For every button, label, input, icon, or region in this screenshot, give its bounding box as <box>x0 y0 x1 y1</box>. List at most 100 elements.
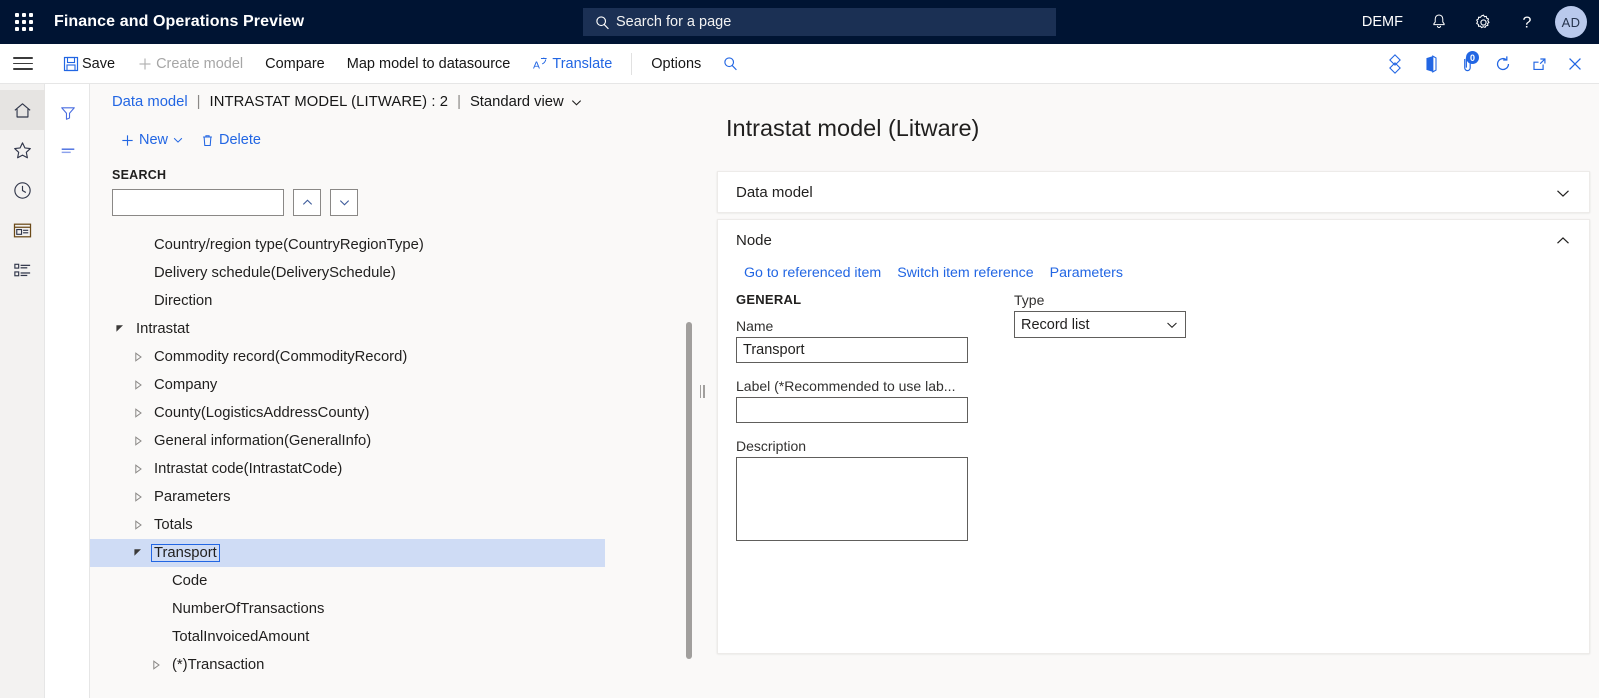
sidebar-item-workspaces[interactable] <box>0 210 45 250</box>
sidebar-item-recent[interactable] <box>0 170 45 210</box>
tree-item-label: County(LogisticsAddressCounty) <box>154 405 370 421</box>
tree-item-label: TotalInvoicedAmount <box>172 629 310 645</box>
avatar[interactable]: AD <box>1555 6 1587 38</box>
fasttab-data-model-header[interactable]: Data model <box>718 172 1589 213</box>
chevron-down-icon <box>338 196 351 209</box>
tree-collapsed-icon[interactable] <box>130 352 146 362</box>
breadcrumb-root-link[interactable]: Data model <box>112 94 188 110</box>
tree-item[interactable]: Intrastat code(IntrastatCode) <box>90 455 605 483</box>
find-next-button[interactable] <box>330 189 358 216</box>
tree-item[interactable]: (*)Transaction <box>90 651 605 679</box>
tree-item[interactable]: Delivery schedule(DeliverySchedule) <box>90 259 605 287</box>
save-button[interactable]: Save <box>52 49 126 79</box>
navigation-pane-toggle[interactable] <box>0 44 46 84</box>
filter-button[interactable] <box>46 94 90 132</box>
tree-collapsed-icon[interactable] <box>130 464 146 474</box>
label-input[interactable] <box>736 397 968 423</box>
show-list-button[interactable] <box>46 132 90 170</box>
tree-item[interactable]: Country/region type(CountryRegionType) <box>90 231 605 259</box>
go-to-referenced-item-link[interactable]: Go to referenced item <box>736 262 889 284</box>
general-section-label: GENERAL <box>736 292 802 307</box>
breadcrumb-current: INTRASTAT MODEL (LITWARE) : 2 <box>209 94 449 110</box>
tree-item[interactable]: Totals <box>90 511 605 539</box>
tree-item[interactable]: NumberOfTransactions <box>90 595 605 623</box>
label-field-group: Label (*Recommended to use lab... <box>736 378 968 423</box>
help-button[interactable]: ? <box>1505 0 1549 44</box>
fasttab-node-header[interactable]: Node <box>718 220 1589 261</box>
tree-expanded-icon[interactable] <box>130 548 146 558</box>
clock-icon <box>12 180 33 201</box>
tree-item[interactable]: Intrastat <box>90 315 605 343</box>
description-textarea[interactable] <box>736 457 968 541</box>
compare-button[interactable]: Compare <box>254 49 336 79</box>
tree-item-label: Intrastat <box>136 321 190 337</box>
view-selector-label: Standard view <box>469 94 564 110</box>
tree-item-label: (*)Transaction <box>172 657 265 673</box>
search-input[interactable] <box>112 189 284 216</box>
app-title: Finance and Operations Preview <box>54 13 305 30</box>
top-navigation-bar: Finance and Operations Preview Search fo… <box>0 0 1599 44</box>
office-icon[interactable] <box>1413 46 1449 82</box>
tree-scrollbar-track[interactable] <box>686 231 692 698</box>
tree-collapsed-icon[interactable] <box>130 520 146 530</box>
filter-icon <box>59 104 77 122</box>
modules-list-icon <box>12 260 33 281</box>
tree-collapsed-icon[interactable] <box>130 380 146 390</box>
tree-item[interactable]: Transport <box>90 539 605 567</box>
new-button[interactable]: New <box>112 128 192 152</box>
tree-item[interactable]: Company <box>90 371 605 399</box>
close-icon[interactable] <box>1557 46 1593 82</box>
delete-button[interactable]: Delete <box>192 128 269 152</box>
tree-item[interactable]: Parameters <box>90 483 605 511</box>
tree-collapsed-icon[interactable] <box>130 408 146 418</box>
share-icon[interactable] <box>1377 46 1413 82</box>
plus-icon <box>137 56 153 72</box>
tree-collapsed-icon[interactable] <box>148 660 164 670</box>
sidebar-item-modules[interactable] <box>0 250 45 290</box>
tree-scrollbar-thumb[interactable] <box>686 322 692 659</box>
tree-item[interactable]: Code <box>90 567 605 595</box>
parameters-link[interactable]: Parameters <box>1042 262 1131 284</box>
tree-item-label: Delivery schedule(DeliverySchedule) <box>154 265 396 281</box>
pane-splitter[interactable] <box>696 84 708 698</box>
action-search-button[interactable] <box>712 49 749 79</box>
popout-icon[interactable] <box>1521 46 1557 82</box>
tree-item[interactable]: Direction <box>90 287 605 315</box>
switch-item-reference-link[interactable]: Switch item reference <box>889 262 1041 284</box>
attachments-icon[interactable]: 0 <box>1449 46 1485 82</box>
tree-item-label: Transport <box>151 544 220 562</box>
command-separator <box>631 52 633 75</box>
tree-item-label: Totals <box>154 517 193 533</box>
settings-button[interactable] <box>1461 0 1505 44</box>
sidebar-item-home[interactable] <box>0 90 45 130</box>
tree-item-label: Parameters <box>154 489 231 505</box>
refresh-icon[interactable] <box>1485 46 1521 82</box>
tree-item-label: Country/region type(CountryRegionType) <box>154 237 424 253</box>
view-selector[interactable]: Standard view <box>470 94 583 110</box>
tree-item[interactable]: Commodity record(CommodityRecord) <box>90 343 605 371</box>
save-icon <box>63 56 79 72</box>
tree-item[interactable]: TotalInvoicedAmount <box>90 623 605 651</box>
create-model-button[interactable]: Create model <box>126 49 254 79</box>
tree-expanded-icon[interactable] <box>112 324 128 334</box>
options-button[interactable]: Options <box>640 49 712 79</box>
tree-item[interactable]: County(LogisticsAddressCounty) <box>90 399 605 427</box>
name-input[interactable] <box>736 337 968 363</box>
map-model-to-datasource-button[interactable]: Map model to datasource <box>336 49 522 79</box>
chevron-down-icon <box>570 96 583 109</box>
tree-collapsed-icon[interactable] <box>130 436 146 446</box>
find-previous-button[interactable] <box>293 189 321 216</box>
company-selector[interactable]: DEMF <box>1348 14 1417 30</box>
page-title: Intrastat model (Litware) <box>726 115 980 141</box>
tree-collapsed-icon[interactable] <box>130 492 146 502</box>
sidebar-item-favorites[interactable] <box>0 130 45 170</box>
type-field-group: Type Record list <box>1014 292 1186 338</box>
app-launcher-button[interactable] <box>0 0 48 44</box>
trash-icon <box>200 133 215 148</box>
tree-item[interactable]: General information(GeneralInfo) <box>90 427 605 455</box>
global-search-box[interactable]: Search for a page <box>583 8 1056 36</box>
notifications-button[interactable] <box>1417 0 1461 44</box>
translate-button[interactable]: A Translate <box>521 49 623 79</box>
name-field-group: Name <box>736 318 968 363</box>
type-select[interactable]: Record list <box>1014 311 1186 338</box>
